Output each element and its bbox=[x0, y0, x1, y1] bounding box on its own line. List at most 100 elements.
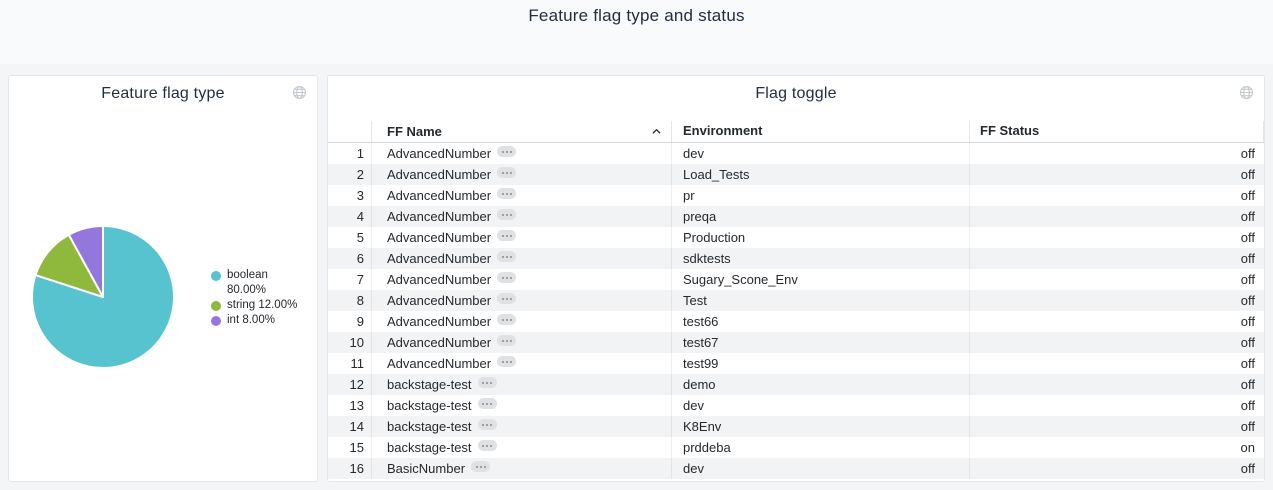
column-header-row-number bbox=[328, 121, 371, 142]
legend-item-string[interactable]: string 12.00% bbox=[211, 298, 297, 313]
row-number: 15 bbox=[328, 437, 371, 458]
pie-chart bbox=[29, 223, 177, 371]
ff-name-text: AdvancedNumber bbox=[387, 209, 491, 224]
row-number: 1 bbox=[328, 143, 371, 164]
pie-legend: boolean80.00%string 12.00%int 8.00% bbox=[211, 268, 297, 328]
table-row: 9 AdvancedNumber test66off bbox=[328, 311, 1264, 332]
cell-overflow-ellipsis-icon[interactable] bbox=[497, 314, 516, 325]
legend-label: 80.00% bbox=[227, 283, 297, 298]
cell-overflow-ellipsis-icon[interactable] bbox=[497, 188, 516, 199]
row-number: 14 bbox=[328, 416, 371, 437]
ff-name-cell: AdvancedNumber bbox=[371, 185, 671, 206]
globe-icon[interactable] bbox=[292, 85, 307, 100]
cell-overflow-ellipsis-icon[interactable] bbox=[478, 377, 497, 388]
table-row: 7 AdvancedNumber Sugary_Scone_Envoff bbox=[328, 269, 1264, 290]
table-row: 11AdvancedNumbertest99off bbox=[328, 353, 1264, 374]
environment-cell: Production bbox=[671, 227, 969, 248]
ff-name-text: backstage-test bbox=[387, 398, 472, 413]
ff-status-cell: off bbox=[969, 332, 1264, 353]
ff-status-cell: off bbox=[969, 143, 1264, 164]
row-number: 9 bbox=[328, 311, 371, 332]
environment-cell: preqa bbox=[671, 206, 969, 227]
environment-cell: pr bbox=[671, 185, 969, 206]
ff-name-cell: backstage-test bbox=[371, 395, 671, 416]
environment-cell: K8Env bbox=[671, 416, 969, 437]
column-header-ff-status[interactable]: FF Status bbox=[969, 121, 1264, 142]
table-row: 6AdvancedNumbersdktestsoff bbox=[328, 248, 1264, 269]
legend-item-boolean[interactable]: boolean80.00% bbox=[211, 268, 297, 298]
ff-name-cell: backstage-test bbox=[371, 416, 671, 437]
cell-overflow-ellipsis-icon[interactable] bbox=[497, 335, 516, 346]
ff-name-cell: backstage-test bbox=[371, 374, 671, 395]
table-row: 13backstage-testdevoff bbox=[328, 395, 1264, 416]
ff-status-cell: off bbox=[969, 416, 1264, 437]
legend-item-int[interactable]: int 8.00% bbox=[211, 313, 297, 328]
row-number: 10 bbox=[328, 332, 371, 353]
ff-status-cell: off bbox=[969, 269, 1264, 290]
ff-name-text: AdvancedNumber bbox=[387, 314, 491, 329]
cell-overflow-ellipsis-icon[interactable] bbox=[471, 461, 490, 472]
row-number: 3 bbox=[328, 185, 371, 206]
ff-name-text: backstage-test bbox=[387, 377, 472, 392]
ff-name-text: AdvancedNumber bbox=[387, 293, 491, 308]
column-header-ff-name[interactable]: FF Name bbox=[371, 121, 671, 142]
environment-cell: prddeba bbox=[671, 437, 969, 458]
table-row: 1AdvancedNumberdevoff bbox=[328, 143, 1264, 164]
ff-name-cell: AdvancedNumber bbox=[371, 227, 671, 248]
table-row: 8AdvancedNumberTestoff bbox=[328, 290, 1264, 311]
globe-icon[interactable] bbox=[1239, 85, 1254, 100]
environment-cell: Sugary_Scone_Env bbox=[671, 269, 969, 290]
cell-overflow-ellipsis-icon[interactable] bbox=[497, 272, 516, 283]
cell-overflow-ellipsis-icon[interactable] bbox=[478, 440, 497, 451]
environment-cell: test66 bbox=[671, 311, 969, 332]
cell-overflow-ellipsis-icon[interactable] bbox=[497, 293, 516, 304]
ff-status-cell: off bbox=[969, 395, 1264, 416]
cell-overflow-ellipsis-icon[interactable] bbox=[478, 419, 497, 430]
column-header-label: Environment bbox=[683, 123, 762, 138]
environment-cell: dev bbox=[671, 458, 969, 479]
row-number: 2 bbox=[328, 164, 371, 185]
cell-overflow-ellipsis-icon[interactable] bbox=[478, 398, 497, 409]
cell-overflow-ellipsis-icon[interactable] bbox=[497, 356, 516, 367]
ff-status-cell: off bbox=[969, 164, 1264, 185]
ff-status-cell: off bbox=[969, 458, 1264, 479]
column-header-environment[interactable]: Environment bbox=[671, 121, 969, 142]
ff-name-cell: AdvancedNumber bbox=[371, 353, 671, 374]
row-number: 7 bbox=[328, 269, 371, 290]
ff-status-cell: on bbox=[969, 437, 1264, 458]
legend-color-dot bbox=[211, 271, 221, 281]
panel-feature-flag-type: Feature flag type boolean80.00%string 12… bbox=[8, 75, 318, 482]
cell-overflow-ellipsis-icon[interactable] bbox=[497, 167, 516, 178]
table-row: 2AdvancedNumberLoad_Testsoff bbox=[328, 164, 1264, 185]
table-row: 15backstage-testprddebaon bbox=[328, 437, 1264, 458]
ff-status-cell: off bbox=[969, 227, 1264, 248]
legend-color-dot bbox=[211, 316, 221, 326]
row-number: 11 bbox=[328, 353, 371, 374]
row-number: 12 bbox=[328, 374, 371, 395]
ff-name-cell: AdvancedNumber bbox=[371, 290, 671, 311]
ff-name-cell: AdvancedNumber bbox=[371, 248, 671, 269]
ff-status-cell: off bbox=[969, 290, 1264, 311]
column-header-label: FF Name bbox=[387, 122, 442, 142]
cell-overflow-ellipsis-icon[interactable] bbox=[497, 146, 516, 157]
ff-name-text: BasicNumber bbox=[387, 461, 465, 476]
panel-title: Flag toggle bbox=[328, 85, 1264, 103]
environment-cell: dev bbox=[671, 395, 969, 416]
ff-name-text: AdvancedNumber bbox=[387, 272, 491, 287]
ff-name-text: AdvancedNumber bbox=[387, 356, 491, 371]
ff-status-cell: off bbox=[969, 311, 1264, 332]
legend-label: string 12.00% bbox=[227, 298, 297, 313]
cell-overflow-ellipsis-icon[interactable] bbox=[497, 209, 516, 220]
table-row: 10AdvancedNumbertest67off bbox=[328, 332, 1264, 353]
ff-name-text: AdvancedNumber bbox=[387, 188, 491, 203]
ff-name-text: backstage-test bbox=[387, 419, 472, 434]
ff-name-cell: AdvancedNumber bbox=[371, 311, 671, 332]
cell-overflow-ellipsis-icon[interactable] bbox=[497, 251, 516, 262]
ff-name-text: AdvancedNumber bbox=[387, 335, 491, 350]
cell-overflow-ellipsis-icon[interactable] bbox=[497, 230, 516, 241]
environment-cell: dev bbox=[671, 143, 969, 164]
ff-status-cell: off bbox=[969, 353, 1264, 374]
table-body: 1AdvancedNumberdevoff2AdvancedNumberLoad… bbox=[328, 143, 1264, 479]
row-number: 5 bbox=[328, 227, 371, 248]
legend-label: boolean bbox=[227, 268, 297, 283]
